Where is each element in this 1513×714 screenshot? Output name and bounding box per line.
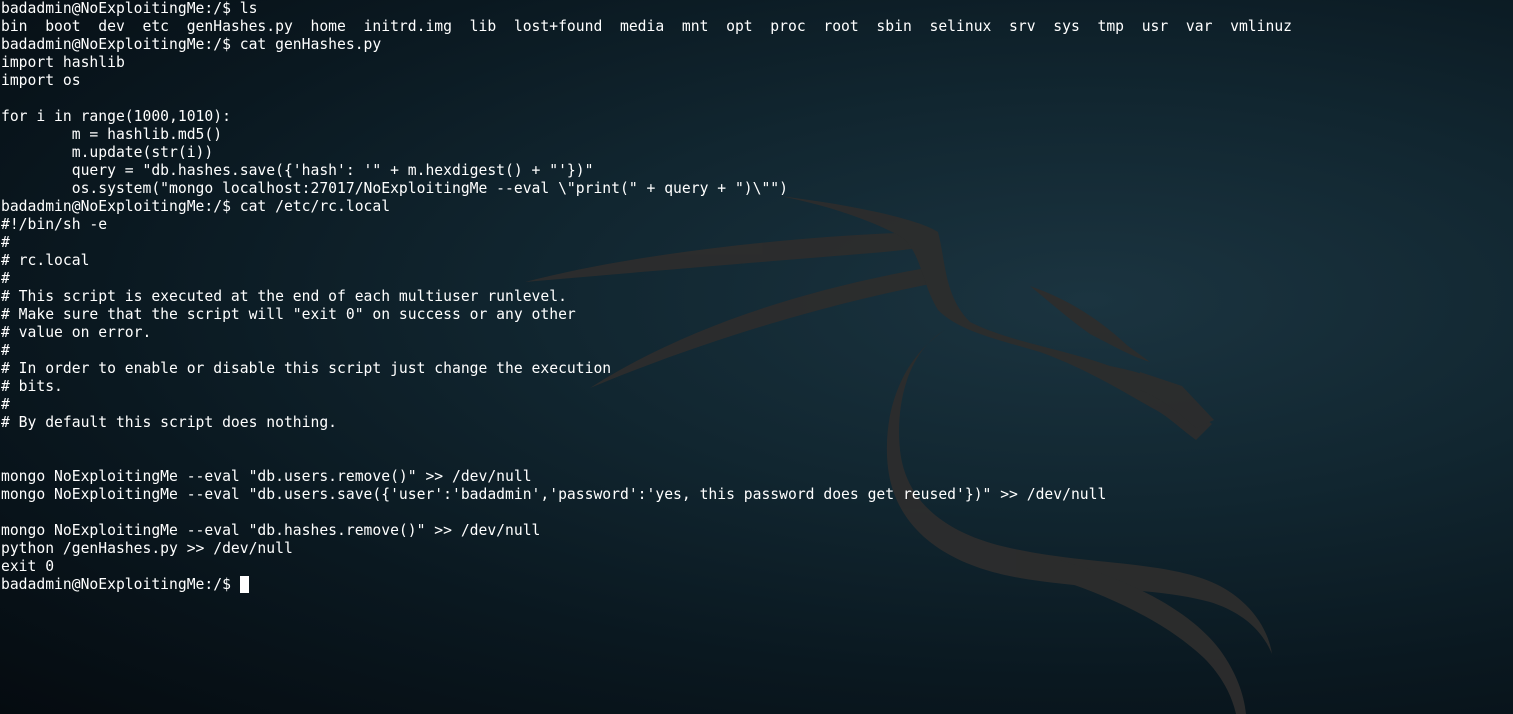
terminal-line: # (1, 342, 10, 359)
terminal-line: # This script is executed at the end of … (1, 288, 567, 305)
terminal-line: # By default this script does nothing. (1, 414, 338, 431)
terminal-line: # (1, 234, 10, 251)
terminal-line: badadmin@NoExploitingMe:/$ cat /etc/rc.l… (1, 198, 391, 215)
terminal-line: import os (1, 72, 81, 89)
terminal-line: import hashlib (1, 54, 125, 71)
command-prompt-line[interactable]: badadmin@NoExploitingMe:/$ (1, 576, 1513, 594)
terminal-line: m = hashlib.md5() (1, 126, 223, 143)
terminal-line: badadmin@NoExploitingMe:/$ ls (1, 0, 258, 17)
terminal-line: m.update(str(i)) (1, 144, 214, 161)
terminal-line: query = "db.hashes.save({'hash': '" + m.… (1, 162, 594, 179)
terminal-window[interactable]: badadmin@NoExploitingMe:/$ ls bin boot d… (0, 0, 1513, 714)
terminal-line: mongo NoExploitingMe --eval "db.users.re… (1, 468, 532, 485)
terminal-line: mongo NoExploitingMe --eval "db.hashes.r… (1, 522, 541, 539)
terminal-line: # In order to enable or disable this scr… (1, 360, 612, 377)
terminal-line: # rc.local (1, 252, 90, 269)
text-cursor[interactable] (239, 576, 249, 593)
terminal-line: # bits. (1, 378, 63, 395)
terminal-line: exit 0 (1, 558, 55, 575)
terminal-line: # Make sure that the script will "exit 0… (1, 306, 576, 323)
terminal-line: badadmin@NoExploitingMe:/$ cat genHashes… (1, 36, 382, 53)
terminal-line: os.system("mongo localhost:27017/NoExplo… (1, 180, 788, 197)
terminal-line: bin boot dev etc genHashes.py home initr… (1, 18, 1293, 35)
shell-prompt: badadmin@NoExploitingMe:/$ (1, 576, 240, 593)
terminal-line: for i in range(1000,1010): (1, 108, 231, 125)
terminal-line: mongo NoExploitingMe --eval "db.users.sa… (1, 486, 1107, 503)
terminal-line: #!/bin/sh -e (1, 216, 108, 233)
terminal-line: # (1, 270, 10, 287)
terminal-line: python /genHashes.py >> /dev/null (1, 540, 293, 557)
terminal-line: # (1, 396, 10, 413)
terminal-line: # value on error. (1, 324, 152, 341)
